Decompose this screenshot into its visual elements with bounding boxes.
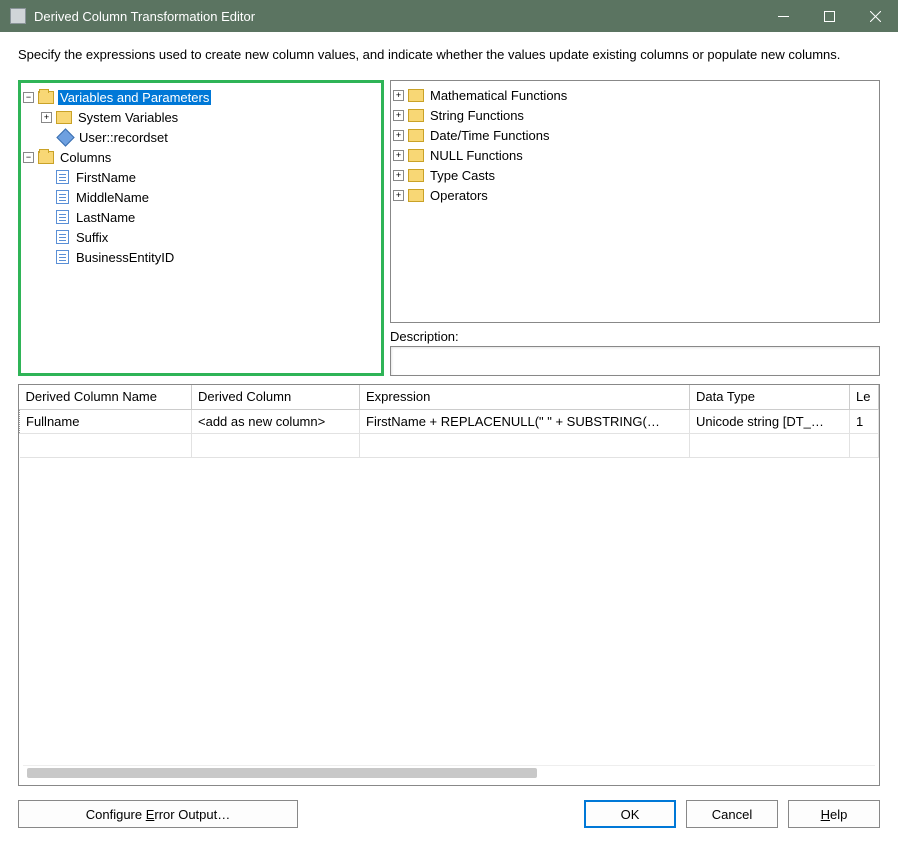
expand-icon[interactable]: + — [393, 90, 404, 101]
collapse-icon[interactable]: − — [23, 152, 34, 163]
tree-item-columns[interactable]: − Columns — [23, 147, 379, 167]
tree-label: NULL Functions — [428, 148, 525, 163]
scrollbar-thumb[interactable] — [27, 768, 537, 778]
tree-item-system-vars[interactable]: + System Variables — [23, 107, 379, 127]
horizontal-scrollbar[interactable] — [23, 765, 875, 781]
dialog-description: Specify the expressions used to create n… — [18, 46, 880, 64]
tree-label: MiddleName — [74, 190, 151, 205]
cell-derived[interactable]: <add as new column> — [192, 409, 360, 433]
description-label: Description: — [390, 329, 880, 344]
tree-label: Mathematical Functions — [428, 88, 569, 103]
folder-open-icon — [38, 91, 54, 104]
tree-label: System Variables — [76, 110, 180, 125]
tree-item-vars-params[interactable]: − Variables and Parameters — [23, 87, 379, 107]
col-header-datatype[interactable]: Data Type — [690, 385, 850, 409]
tree-label: User::recordset — [77, 130, 170, 145]
tree-item-type-casts[interactable]: + Type Casts — [393, 165, 877, 185]
cell-name[interactable]: Fullname — [20, 409, 192, 433]
description-field[interactable] — [390, 346, 880, 376]
cell-length[interactable]: 1 — [850, 409, 879, 433]
grid-row[interactable]: Fullname <add as new column> FirstName +… — [20, 409, 879, 433]
minimize-button[interactable] — [760, 0, 806, 32]
tree-item-null-functions[interactable]: + NULL Functions — [393, 145, 877, 165]
app-icon — [10, 8, 26, 24]
tree-item-user-recordset[interactable]: User::recordset — [23, 127, 379, 147]
col-header-derived[interactable]: Derived Column — [192, 385, 360, 409]
column-icon — [56, 170, 69, 184]
ok-button[interactable]: OK — [584, 800, 676, 828]
tree-item-operators[interactable]: + Operators — [393, 185, 877, 205]
tree-item-column[interactable]: MiddleName — [23, 187, 379, 207]
tree-item-math-functions[interactable]: + Mathematical Functions — [393, 85, 877, 105]
expand-icon[interactable]: + — [393, 110, 404, 121]
grid-row-empty[interactable] — [20, 433, 879, 457]
tree-item-datetime-functions[interactable]: + Date/Time Functions — [393, 125, 877, 145]
derived-columns-grid[interactable]: Derived Column Name Derived Column Expre… — [18, 384, 880, 786]
column-icon — [56, 210, 69, 224]
functions-tree[interactable]: + Mathematical Functions + String Functi… — [390, 80, 880, 323]
tree-label: Type Casts — [428, 168, 497, 183]
folder-icon — [408, 109, 424, 122]
folder-open-icon — [38, 151, 54, 164]
expand-icon[interactable]: + — [393, 170, 404, 181]
cell-expression[interactable]: FirstName + REPLACENULL(" " + SUBSTRING(… — [360, 409, 690, 433]
column-icon — [56, 190, 69, 204]
tree-item-column[interactable]: LastName — [23, 207, 379, 227]
tree-label: Suffix — [74, 230, 110, 245]
tree-label: String Functions — [428, 108, 526, 123]
col-header-expression[interactable]: Expression — [360, 385, 690, 409]
help-button[interactable]: Help — [788, 800, 880, 828]
tree-label: Columns — [58, 150, 113, 165]
column-icon — [56, 230, 69, 244]
tree-item-column[interactable]: Suffix — [23, 227, 379, 247]
tree-label: Variables and Parameters — [58, 90, 211, 105]
variable-icon — [56, 128, 74, 146]
maximize-button[interactable] — [806, 0, 852, 32]
column-icon — [56, 250, 69, 264]
tree-item-string-functions[interactable]: + String Functions — [393, 105, 877, 125]
tree-label: Operators — [428, 188, 490, 203]
tree-label: FirstName — [74, 170, 138, 185]
expand-icon[interactable]: + — [393, 190, 404, 201]
tree-item-column[interactable]: BusinessEntityID — [23, 247, 379, 267]
cell-datatype[interactable]: Unicode string [DT_… — [690, 409, 850, 433]
folder-icon — [56, 111, 72, 124]
cancel-button[interactable]: Cancel — [686, 800, 778, 828]
tree-label: BusinessEntityID — [74, 250, 176, 265]
col-header-length[interactable]: Le — [850, 385, 879, 409]
expand-icon[interactable]: + — [41, 112, 52, 123]
expand-icon[interactable]: + — [393, 150, 404, 161]
folder-icon — [408, 169, 424, 182]
tree-item-column[interactable]: FirstName — [23, 167, 379, 187]
window-title: Derived Column Transformation Editor — [34, 9, 760, 24]
close-button[interactable] — [852, 0, 898, 32]
folder-icon — [408, 129, 424, 142]
collapse-icon[interactable]: − — [23, 92, 34, 103]
variables-columns-tree[interactable]: − Variables and Parameters + System Vari… — [18, 80, 384, 376]
tree-label: LastName — [74, 210, 137, 225]
col-header-name[interactable]: Derived Column Name — [20, 385, 192, 409]
folder-icon — [408, 149, 424, 162]
configure-error-output-button[interactable]: Configure Error Output… — [18, 800, 298, 828]
title-bar: Derived Column Transformation Editor — [0, 0, 898, 32]
folder-icon — [408, 189, 424, 202]
expand-icon[interactable]: + — [393, 130, 404, 141]
tree-label: Date/Time Functions — [428, 128, 551, 143]
spacer — [41, 132, 52, 143]
folder-icon — [408, 89, 424, 102]
